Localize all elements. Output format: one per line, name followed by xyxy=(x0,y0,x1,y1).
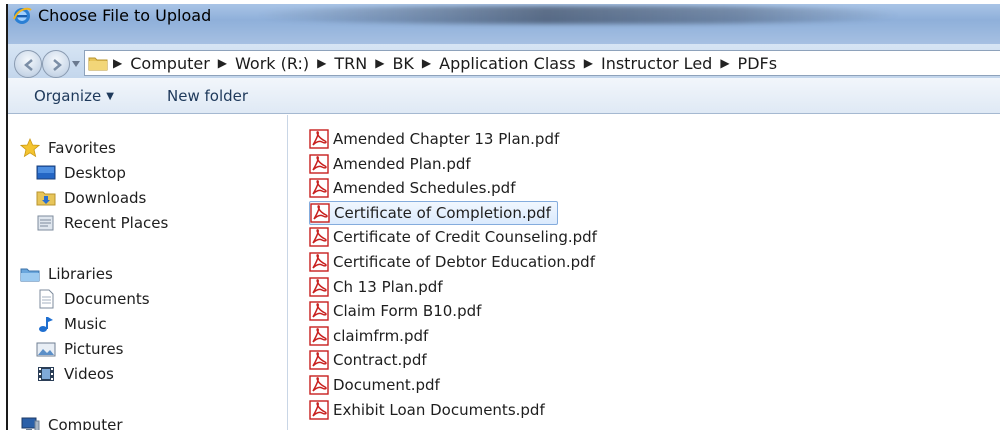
file-name: Amended Chapter 13 Plan.pdf xyxy=(333,130,560,148)
pdf-file-icon xyxy=(309,301,329,321)
breadcrumb-item-trn[interactable]: ▶ TRN xyxy=(317,54,375,73)
libraries-icon xyxy=(20,268,40,282)
nav-item-documents[interactable]: Documents xyxy=(36,287,150,311)
title-bar-glare xyxy=(258,6,898,24)
file-list-item[interactable]: Certificate of Debtor Education.pdf xyxy=(309,250,601,274)
forward-button[interactable] xyxy=(42,50,70,78)
back-button[interactable] xyxy=(14,50,42,78)
pdf-file-icon xyxy=(309,227,329,248)
file-name: Amended Schedules.pdf xyxy=(333,179,516,198)
pdf-file-icon xyxy=(309,153,329,174)
recent-locations-dropdown-icon[interactable] xyxy=(72,61,80,67)
file-name: claimfrm.pdf xyxy=(333,326,429,345)
navigation-pane: Favorites Desktop Downloads Recent Place… xyxy=(8,115,288,430)
nav-libraries[interactable]: Libraries xyxy=(20,262,113,286)
file-list-item[interactable]: Amended Chapter 13 Plan.pdf xyxy=(309,127,565,151)
file-name: Certificate of Completion.pdf xyxy=(334,203,551,222)
breadcrumb-item-instructor-led[interactable]: ▶ Instructor Led xyxy=(584,54,721,73)
pdf-file-icon xyxy=(309,350,329,371)
file-name: Exhibit Loan Documents.pdf xyxy=(333,400,545,419)
pictures-icon xyxy=(36,342,56,357)
file-name: Ch 13 Plan.pdf xyxy=(333,277,443,296)
file-list: Amended Chapter 13 Plan.pdf Amended Plan.… xyxy=(289,115,1000,430)
music-note-icon xyxy=(39,317,53,332)
chevron-down-icon: ▼ xyxy=(106,91,114,102)
window-title: Choose File to Upload xyxy=(38,6,212,25)
command-toolbar: Organize ▼ New folder xyxy=(8,78,1000,114)
file-list-item[interactable]: claimfrm.pdf xyxy=(309,324,434,348)
navigation-bar: ▶ Computer ▶ Work (R:) ▶ TRN ▶ BK ▶ Applicati… xyxy=(8,44,1000,78)
new-folder-button[interactable]: New folder xyxy=(167,87,248,105)
pdf-file-icon xyxy=(309,129,329,149)
file-upload-dialog: Choose File to Upload ▶ Computer ▶ Work (R… xyxy=(6,4,1000,430)
file-name: Contract.pdf xyxy=(333,351,427,370)
file-list-item[interactable]: Contract.pdf xyxy=(309,348,433,372)
breadcrumb-item-application-class[interactable]: ▶ Application Class xyxy=(422,54,584,73)
file-list-item[interactable]: Certificate of Credit Counseling.pdf xyxy=(309,225,603,249)
nav-item-desktop[interactable]: Desktop xyxy=(36,161,126,185)
nav-item-recent-places[interactable]: Recent Places xyxy=(36,211,168,235)
file-name: Certificate of Debtor Education.pdf xyxy=(333,253,595,271)
file-name: Amended Plan.pdf xyxy=(333,154,471,173)
file-list-item[interactable]: Claim Form B10.pdf xyxy=(309,299,487,323)
file-list-item[interactable]: Exhibit Loan Documents.pdf xyxy=(309,398,551,422)
file-name: Certificate of Credit Counseling.pdf xyxy=(333,228,597,247)
pdf-file-icon xyxy=(309,178,329,198)
nav-favorites[interactable]: Favorites xyxy=(20,136,116,160)
breadcrumb: ▶ Computer ▶ Work (R:) ▶ TRN ▶ BK ▶ Applicati… xyxy=(113,51,785,75)
desktop-icon xyxy=(36,165,56,180)
nav-item-downloads[interactable]: Downloads xyxy=(36,186,146,210)
file-list-item[interactable]: Ch 13 Plan.pdf xyxy=(309,275,449,299)
downloads-folder-icon xyxy=(36,191,56,206)
star-icon xyxy=(20,138,40,158)
file-list-item[interactable]: Certificate of Completion.pdf xyxy=(309,200,558,225)
film-strip-icon xyxy=(38,367,54,381)
pdf-file-icon xyxy=(309,326,329,346)
title-bar[interactable]: Choose File to Upload xyxy=(8,4,1000,44)
pdf-file-icon xyxy=(309,375,329,395)
address-bar[interactable]: ▶ Computer ▶ Work (R:) ▶ TRN ▶ BK ▶ Applicati… xyxy=(84,50,1000,76)
nav-computer[interactable]: Computer xyxy=(20,413,123,430)
breadcrumb-item-bk[interactable]: ▶ BK xyxy=(375,54,422,73)
nav-item-music[interactable]: Music xyxy=(36,312,107,336)
nav-item-videos[interactable]: Videos xyxy=(36,362,114,386)
documents-icon xyxy=(39,289,54,309)
file-list-item[interactable]: Amended Plan.pdf xyxy=(309,152,477,176)
file-name: Claim Form B10.pdf xyxy=(333,302,482,321)
breadcrumb-item-computer[interactable]: ▶ Computer xyxy=(113,54,218,73)
computer-icon xyxy=(21,417,40,430)
pdf-file-icon xyxy=(309,399,329,420)
nav-item-pictures[interactable]: Pictures xyxy=(36,337,123,361)
file-name: Document.pdf xyxy=(333,376,440,394)
folder-icon xyxy=(88,57,108,71)
arrow-left-icon xyxy=(24,59,33,71)
internet-explorer-icon xyxy=(13,7,32,24)
organize-button[interactable]: Organize ▼ xyxy=(34,87,114,106)
recent-places-icon xyxy=(37,215,54,231)
breadcrumb-item-pdfs[interactable]: ▶ PDFs xyxy=(720,54,785,73)
arrow-right-icon xyxy=(53,59,62,71)
file-list-item[interactable]: Document.pdf xyxy=(309,373,446,397)
pdf-file-icon xyxy=(309,276,329,297)
breadcrumb-item-work[interactable]: ▶ Work (R:) xyxy=(218,54,317,73)
file-list-item[interactable]: Amended Schedules.pdf xyxy=(309,176,521,200)
pdf-file-icon xyxy=(309,252,329,272)
pdf-file-icon xyxy=(310,203,330,223)
